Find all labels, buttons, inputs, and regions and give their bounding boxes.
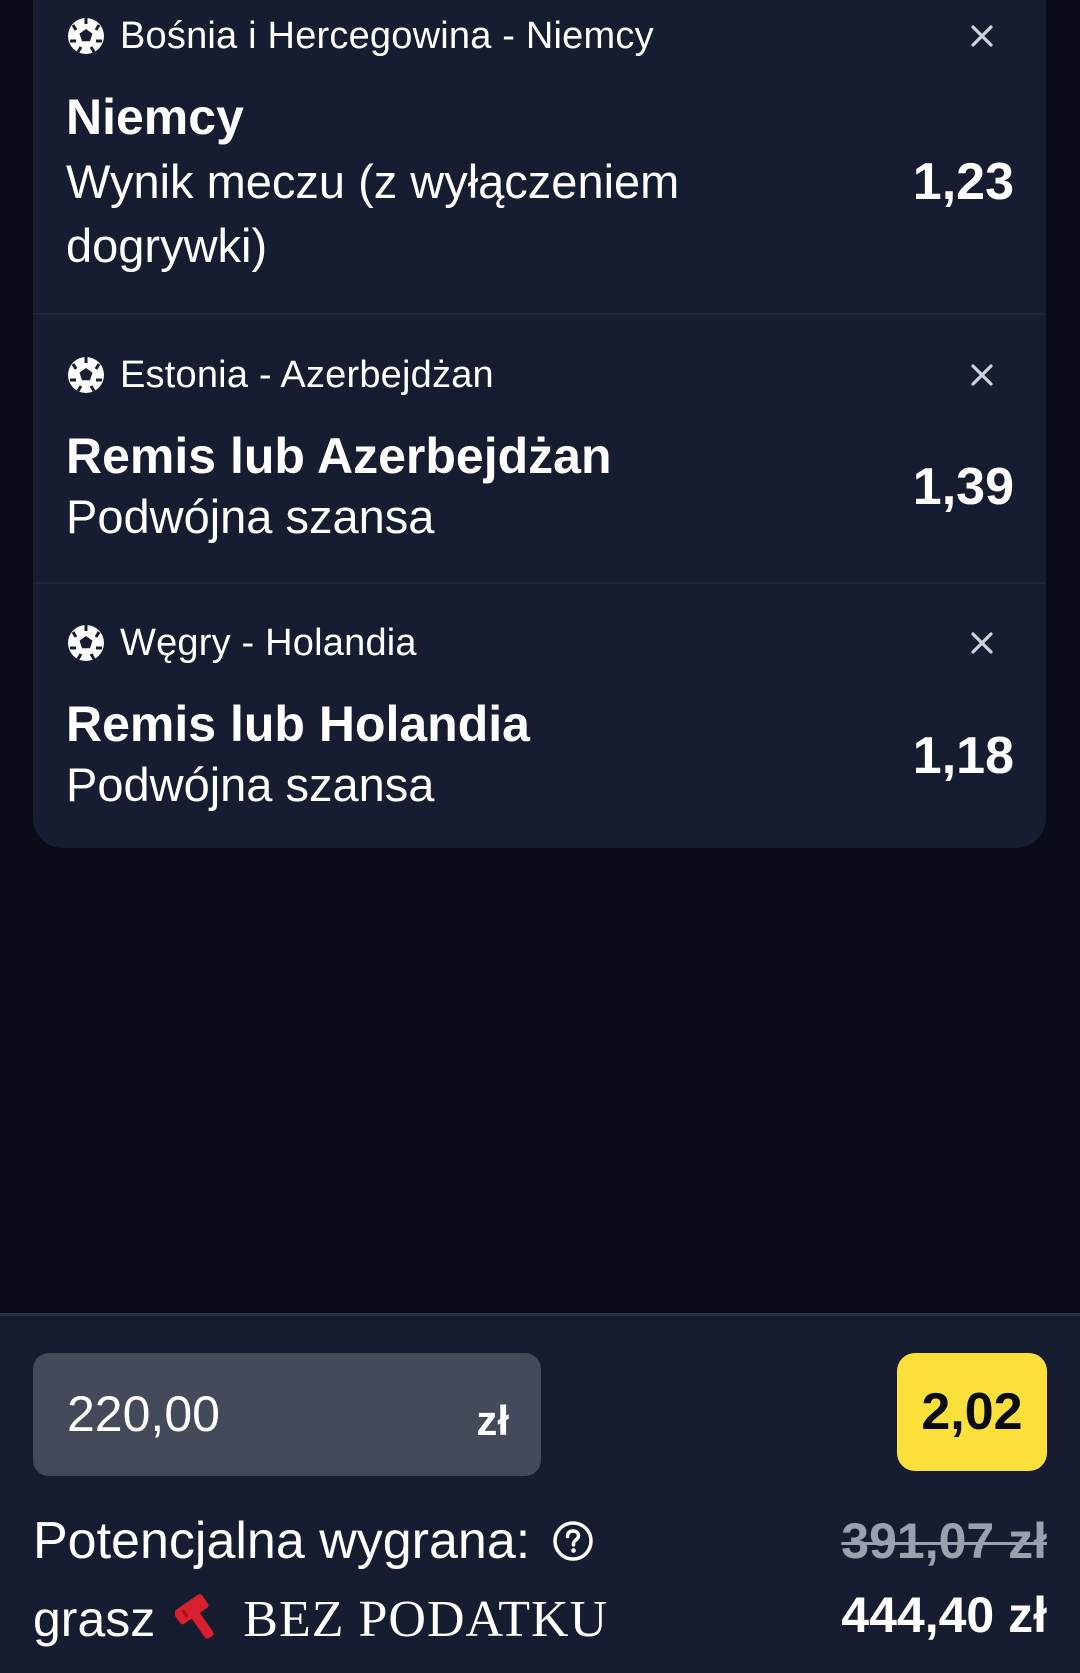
remove-bet-button[interactable] xyxy=(962,623,1002,663)
bet-odds: 1,18 xyxy=(912,727,1014,785)
tax-promo-prefix: grasz xyxy=(33,1591,156,1647)
bet-slip-card: Bośnia i Hercegowina - Niemcy Niemcy Wyn… xyxy=(33,0,1046,848)
potential-win-label: Potencjalna wygrana: xyxy=(33,1512,531,1570)
bet-summary-panel: 220,00 zł 2,02 Potencjalna wygrana: 391,… xyxy=(0,1313,1080,1673)
bet-selection: Niemcy xyxy=(66,89,244,145)
bet-selection: Remis lub Azerbejdżan xyxy=(66,428,612,484)
bet-item: Bośnia i Hercegowina - Niemcy Niemcy Wyn… xyxy=(33,0,1046,294)
bet-odds: 1,23 xyxy=(912,153,1014,211)
stake-input[interactable]: 220,00 zł xyxy=(33,1353,541,1476)
match-row: Węgry - Holandia xyxy=(66,619,417,667)
bet-market: Podwójna szansa xyxy=(66,758,435,811)
bet-market: Podwójna szansa xyxy=(66,490,435,543)
question-circle-icon[interactable] xyxy=(552,1520,594,1562)
bet-item: Estonia - Azerbejdżan Remis lub Azerbejd… xyxy=(33,315,1046,583)
match-row: Bośnia i Hercegowina - Niemcy xyxy=(66,12,654,60)
match-name: Bośnia i Hercegowina - Niemcy xyxy=(120,14,654,57)
bet-item: Węgry - Holandia Remis lub Holandia Podw… xyxy=(33,584,1046,848)
close-icon xyxy=(971,364,993,386)
potential-win-amount: 444,40 zł xyxy=(841,1587,1047,1643)
soccer-ball-icon xyxy=(68,625,104,661)
soccer-ball-icon xyxy=(68,18,104,54)
stake-currency: zł xyxy=(476,1397,509,1444)
close-icon xyxy=(971,632,993,654)
total-odds-badge: 2,02 xyxy=(897,1353,1047,1471)
bet-market: Wynik meczu (z wyłączeniem dogrywki) xyxy=(66,155,680,272)
potential-win-row: Potencjalna wygrana: xyxy=(33,1511,594,1571)
close-icon xyxy=(971,25,993,47)
potential-win-old-amount: 391,07 zł xyxy=(841,1513,1047,1569)
stake-value: 220,00 xyxy=(67,1386,220,1442)
hammer-icon xyxy=(175,1594,214,1639)
soccer-ball-icon xyxy=(68,357,104,393)
remove-bet-button[interactable] xyxy=(962,16,1002,56)
tax-promo-text: BEZ PODATKU xyxy=(243,1590,609,1648)
match-name: Węgry - Holandia xyxy=(120,621,417,664)
match-name: Estonia - Azerbejdżan xyxy=(120,353,494,396)
bet-selection: Remis lub Holandia xyxy=(66,696,530,752)
tax-free-promo: grasz BEZ PODATKU xyxy=(33,1584,608,1654)
remove-bet-button[interactable] xyxy=(962,355,1002,395)
bet-odds: 1,39 xyxy=(912,458,1014,516)
match-row: Estonia - Azerbejdżan xyxy=(66,351,494,399)
bet-slip-screen: Bośnia i Hercegowina - Niemcy Niemcy Wyn… xyxy=(0,0,1080,1673)
